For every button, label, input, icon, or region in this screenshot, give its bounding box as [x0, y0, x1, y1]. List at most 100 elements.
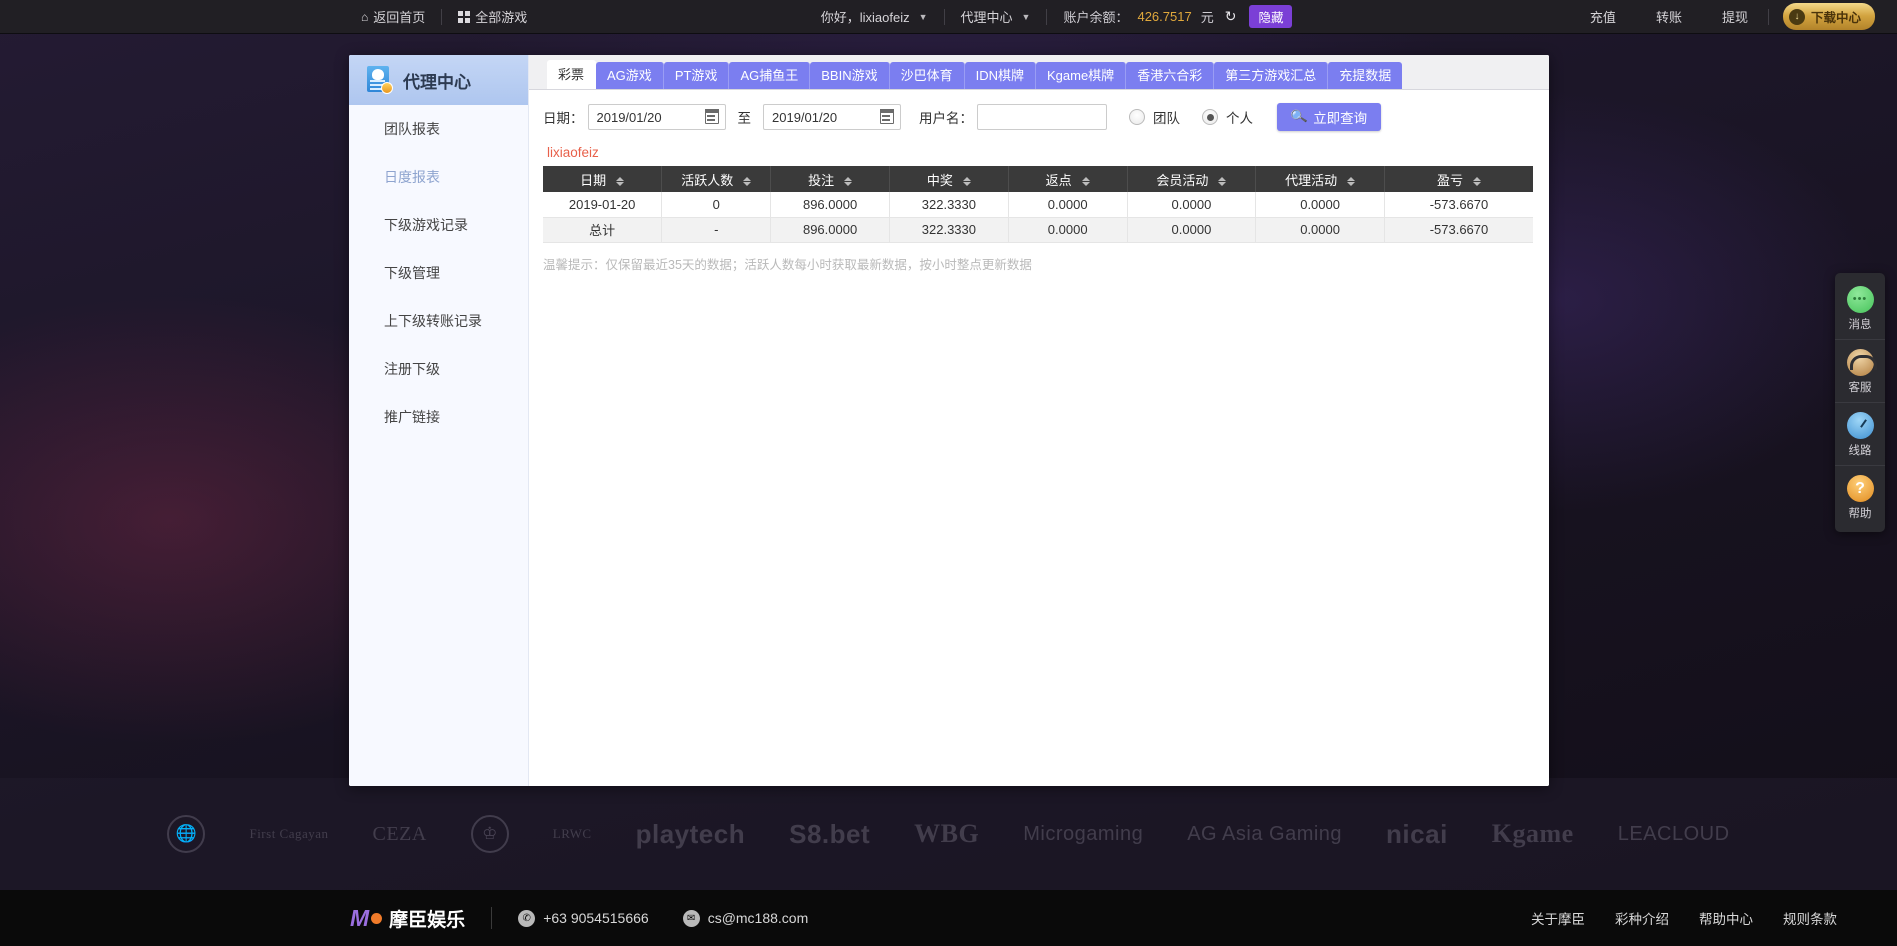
sidebar-item-label: 团队报表 — [384, 119, 440, 139]
footer-link-lottery-intro[interactable]: 彩种介绍 — [1615, 908, 1669, 928]
globe-icon: 🌐 — [176, 824, 197, 844]
float-label: 客服 — [1835, 379, 1885, 395]
download-center-button[interactable]: ↓ 下载中心 — [1783, 3, 1875, 30]
all-games-button[interactable]: 全部游戏 — [442, 7, 543, 26]
download-arrow-icon: ↓ — [1789, 9, 1805, 25]
transfer-link[interactable]: 转账 — [1636, 7, 1702, 26]
tab-label: AG捕鱼王 — [740, 68, 798, 83]
cell-total-rebate: 0.0000 — [1008, 217, 1127, 242]
th-bet[interactable]: 投注 — [771, 166, 890, 192]
th-agent-activity[interactable]: 代理活动 — [1256, 166, 1385, 192]
headset-support-icon — [1847, 349, 1874, 376]
withdraw-link[interactable]: 提现 — [1702, 7, 1768, 26]
envelope-icon: ✉ — [683, 910, 700, 927]
th-rebate[interactable]: 返点 — [1008, 166, 1127, 192]
sort-icon[interactable] — [844, 177, 852, 186]
refresh-icon[interactable]: ↻ — [1225, 8, 1237, 25]
tab-ag-games[interactable]: AG游戏 — [596, 62, 664, 89]
agent-card-icon — [367, 66, 393, 94]
sidebar-item-team-report[interactable]: 团队报表 — [349, 105, 528, 153]
query-button-label: 立即查询 — [1313, 107, 1367, 127]
partner-logo-strip: 🌐 First Cagayan CEZA ♔ LRWC playtech S8.… — [0, 778, 1897, 890]
sidebar-item-daily-report[interactable]: 日度报表 — [349, 153, 528, 201]
th-label: 盈亏 — [1437, 173, 1463, 188]
partner-logo-microgaming: Microgaming — [1023, 823, 1143, 846]
th-member-activity[interactable]: 会员活动 — [1127, 166, 1256, 192]
tab-ag-fishing[interactable]: AG捕鱼王 — [729, 62, 810, 89]
th-label: 中奖 — [927, 173, 953, 188]
tab-third-party-summary[interactable]: 第三方游戏汇总 — [1214, 62, 1328, 89]
account-balance-group: 账户余额： 426.7517 元 ↻ 隐藏 — [1047, 5, 1308, 28]
balance-unit: 元 — [1201, 7, 1214, 26]
balance-value: 426.7517 — [1137, 9, 1191, 24]
back-home-button[interactable]: ⌂ 返回首页 — [345, 7, 441, 26]
float-line-button[interactable]: 线路 — [1835, 403, 1885, 466]
float-help-button[interactable]: 帮助 — [1835, 466, 1885, 528]
hide-balance-button[interactable]: 隐藏 — [1249, 5, 1292, 28]
float-label: 线路 — [1835, 442, 1885, 458]
calendar-icon[interactable] — [880, 109, 894, 124]
footer-brand: M 摩臣娱乐 — [350, 905, 465, 932]
download-center-label: 下载中心 — [1811, 7, 1861, 26]
deposit-link[interactable]: 充值 — [1570, 7, 1636, 26]
radio-personal-circle[interactable] — [1202, 109, 1218, 125]
sort-icon[interactable] — [1218, 177, 1226, 186]
tab-hk-lottery[interactable]: 香港六合彩 — [1126, 62, 1214, 89]
report-table-wrapper: 日期 活跃人数 投注 中奖 返点 会员活动 代理活动 盈亏 2019-01-20… — [529, 160, 1549, 243]
partner-logo-lrwc: LRWC — [553, 826, 592, 842]
sort-icon[interactable] — [1473, 177, 1481, 186]
date-from-input[interactable]: 2019/01/20 — [588, 104, 726, 130]
tab-deposit-withdraw-data[interactable]: 充提数据 — [1328, 62, 1402, 89]
cell-active-users: 0 — [662, 192, 771, 217]
footer-link-help-center[interactable]: 帮助中心 — [1699, 908, 1753, 928]
agent-center-menu[interactable]: 代理中心 ▼ — [945, 7, 1047, 26]
footer-link-about[interactable]: 关于摩臣 — [1531, 908, 1585, 928]
divider — [491, 907, 492, 929]
radio-team[interactable]: 团队 — [1129, 107, 1180, 127]
topbar-center-group: 你好，lixiaofeiz ▼ 代理中心 ▼ 账户余额： 426.7517 元 … — [805, 5, 1309, 28]
partner-logo-crest: ♔ — [471, 815, 509, 853]
th-active-users[interactable]: 活跃人数 — [662, 166, 771, 192]
tab-kgame-poker[interactable]: Kgame棋牌 — [1036, 62, 1126, 89]
sidebar-item-transfer-records[interactable]: 上下级转账记录 — [349, 297, 528, 345]
partner-logo-ag-asia-gaming: AG Asia Gaming — [1187, 823, 1342, 846]
th-label: 日期 — [580, 173, 606, 188]
date-label: 日期： — [543, 107, 584, 127]
tab-lottery[interactable]: 彩票 — [547, 60, 596, 89]
username-input[interactable] — [977, 104, 1107, 130]
date-to-input[interactable]: 2019/01/20 — [763, 104, 901, 130]
tab-idn-poker[interactable]: IDN棋牌 — [965, 62, 1036, 89]
float-message-button[interactable]: 消息 — [1835, 277, 1885, 340]
tab-label: 第三方游戏汇总 — [1225, 68, 1316, 83]
radio-team-circle[interactable] — [1129, 109, 1145, 125]
th-profit-loss[interactable]: 盈亏 — [1384, 166, 1533, 192]
partner-logo-playtech: playtech — [636, 819, 746, 850]
sort-icon[interactable] — [743, 177, 751, 186]
th-win[interactable]: 中奖 — [889, 166, 1008, 192]
tab-saba-sports[interactable]: 沙巴体育 — [890, 62, 965, 89]
calendar-icon[interactable] — [705, 109, 719, 124]
user-greeting-menu[interactable]: 你好，lixiaofeiz ▼ — [805, 7, 944, 26]
sort-icon[interactable] — [1347, 177, 1355, 186]
sort-icon[interactable] — [616, 177, 624, 186]
radio-personal[interactable]: 个人 — [1202, 107, 1253, 127]
brand-logo-mark: M — [350, 905, 369, 932]
sidebar-item-sub-game-records[interactable]: 下级游戏记录 — [349, 201, 528, 249]
crest-icon: ♔ — [482, 824, 497, 844]
query-button[interactable]: 🔍 立即查询 — [1277, 103, 1381, 131]
date-to-value: 2019/01/20 — [772, 110, 837, 125]
table-hint-text: 温馨提示：仅保留最近35天的数据；活跃人数每小时获取最新数据，按小时整点更新数据 — [529, 243, 1549, 273]
tab-pt-games[interactable]: PT游戏 — [664, 62, 730, 89]
sidebar-item-register-sub[interactable]: 注册下级 — [349, 345, 528, 393]
sidebar-item-promo-link[interactable]: 推广链接 — [349, 393, 528, 441]
sort-icon[interactable] — [963, 177, 971, 186]
sort-icon[interactable] — [1082, 177, 1090, 186]
float-customer-service-button[interactable]: 客服 — [1835, 340, 1885, 403]
partner-logo-first-cagayan: First Cagayan — [249, 826, 328, 842]
footer-link-rules[interactable]: 规则条款 — [1783, 908, 1837, 928]
tab-bbin-games[interactable]: BBIN游戏 — [810, 62, 889, 89]
partner-logo-kgame: Kgame — [1492, 819, 1574, 849]
sidebar-item-sub-management[interactable]: 下级管理 — [349, 249, 528, 297]
th-date[interactable]: 日期 — [543, 166, 662, 192]
grid-icon — [458, 11, 470, 23]
